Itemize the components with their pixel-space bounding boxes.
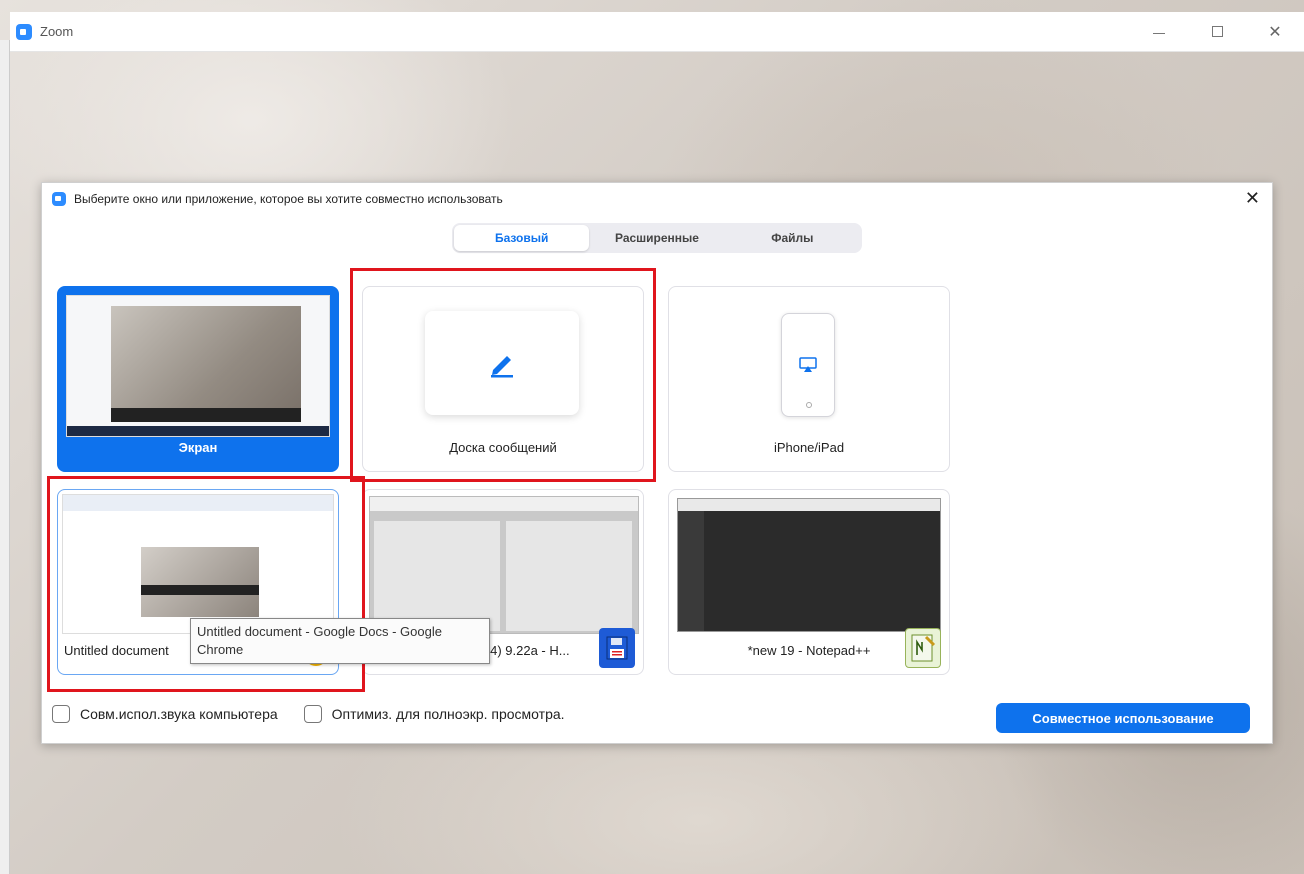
tile-label: iPhone/iPad <box>773 440 845 455</box>
tab-files[interactable]: Файлы <box>725 225 860 251</box>
minimize-button[interactable] <box>1130 12 1188 52</box>
notepad-plus-plus-icon <box>905 628 941 668</box>
screen-thumbnail <box>66 295 330 437</box>
app-title: Zoom <box>40 24 74 39</box>
share-tabs: Базовый Расширенные Файлы <box>452 223 862 253</box>
airplay-icon <box>799 357 817 372</box>
minimize-icon <box>1153 33 1165 34</box>
commander-thumbnail <box>369 496 639 634</box>
share-sound-option[interactable]: Совм.испол.звука компьютера <box>52 705 278 723</box>
zoom-logo-icon <box>52 192 66 206</box>
notepadpp-thumbnail <box>677 498 941 632</box>
window-tooltip: Untitled document - Google Docs - Google… <box>190 618 490 664</box>
share-dialog: Выберите окно или приложение, которое вы… <box>41 182 1273 744</box>
close-window-button[interactable]: ✕ <box>1246 12 1304 52</box>
share-button[interactable]: Совместное использование <box>996 703 1250 733</box>
dialog-header: Выберите окно или приложение, которое вы… <box>42 183 1272 215</box>
close-icon: ✕ <box>1268 22 1282 41</box>
optimize-video-option[interactable]: Оптимиз. для полноэкр. просмотра. <box>303 705 565 723</box>
optimize-video-checkbox[interactable] <box>303 705 322 723</box>
dialog-close-button[interactable]: ✕ <box>1245 190 1260 208</box>
zoom-title-bar: Zoom ✕ <box>10 12 1304 52</box>
optimize-video-label: Оптимиз. для полноэкр. просмотра. <box>331 706 565 722</box>
dialog-title: Выберите окно или приложение, которое вы… <box>74 192 503 206</box>
highlight-whiteboard <box>350 268 656 482</box>
tab-basic[interactable]: Базовый <box>454 225 590 251</box>
tile-notepadpp-window[interactable]: *new 19 - Notepad++ <box>668 489 950 675</box>
floppy-icon <box>599 628 635 668</box>
share-sound-label: Совм.испол.звука компьютера <box>80 706 278 722</box>
share-options: Совм.испол.звука компьютера Оптимиз. для… <box>52 705 591 723</box>
zoom-logo-icon <box>16 23 32 40</box>
tile-label: Экран <box>178 440 218 455</box>
window-controls: ✕ <box>1130 12 1304 52</box>
tile-iphone-ipad[interactable]: iPhone/iPad <box>668 286 950 472</box>
share-sound-checkbox[interactable] <box>52 705 70 723</box>
tile-screen[interactable]: Экран <box>57 286 339 472</box>
background-window-edge <box>0 40 10 874</box>
maximize-icon <box>1211 26 1223 37</box>
maximize-button[interactable] <box>1188 12 1246 52</box>
phone-illustration <box>781 313 835 417</box>
tab-advanced[interactable]: Расширенные <box>589 225 724 251</box>
